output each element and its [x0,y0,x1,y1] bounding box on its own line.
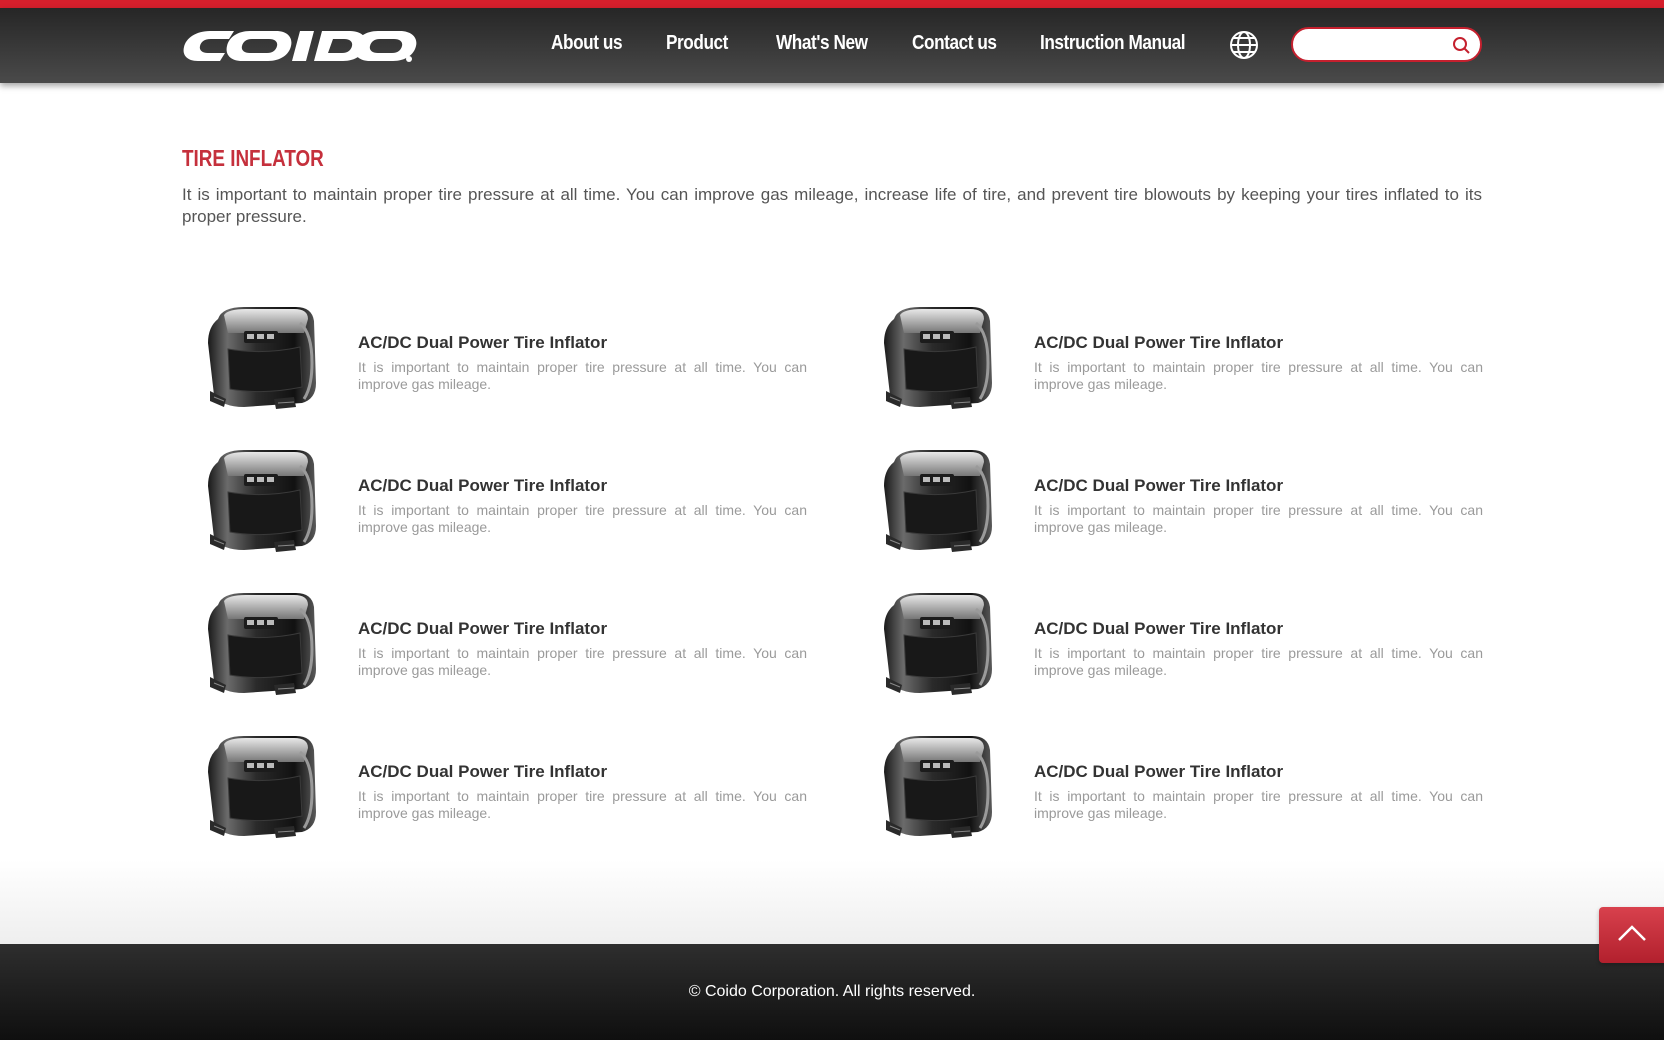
product-image[interactable] [880,589,996,701]
nav-contact-us[interactable]: Contact us [912,32,997,55]
product-image[interactable] [204,589,320,701]
site-header: About us Product What's New Contact us I… [0,8,1664,83]
main-nav: About us Product What's New Contact us I… [0,8,1664,83]
product-card[interactable]: AC/DC Dual Power Tire Inflator It is imp… [858,589,1488,709]
product-image[interactable] [204,732,320,844]
product-name[interactable]: AC/DC Dual Power Tire Inflator [1034,476,1283,496]
product-image[interactable] [204,446,320,558]
main-content: TIRE INFLATOR It is important to maintai… [182,145,1482,228]
product-name[interactable]: AC/DC Dual Power Tire Inflator [1034,762,1283,782]
product-name[interactable]: AC/DC Dual Power Tire Inflator [1034,333,1283,353]
search-box [1291,27,1482,62]
page-title: TIRE INFLATOR [182,145,324,171]
product-card[interactable]: AC/DC Dual Power Tire Inflator It is imp… [858,303,1488,423]
chevron-up-icon [1618,925,1646,941]
product-image[interactable] [880,303,996,415]
product-description: It is important to maintain proper tire … [1034,502,1483,535]
product-card[interactable]: AC/DC Dual Power Tire Inflator It is imp… [858,732,1488,852]
nav-about-us[interactable]: About us [551,32,623,55]
product-image[interactable] [880,446,996,558]
product-card[interactable]: AC/DC Dual Power Tire Inflator It is imp… [182,732,812,852]
product-name[interactable]: AC/DC Dual Power Tire Inflator [358,333,607,353]
product-description: It is important to maintain proper tire … [358,645,807,678]
globe-icon[interactable] [1228,29,1260,61]
product-description: It is important to maintain proper tire … [358,788,807,821]
search-icon[interactable] [1451,35,1471,55]
product-image[interactable] [880,732,996,844]
nav-product[interactable]: Product [666,32,728,55]
product-card[interactable]: AC/DC Dual Power Tire Inflator It is imp… [182,589,812,709]
product-description: It is important to maintain proper tire … [1034,788,1483,821]
product-card[interactable]: AC/DC Dual Power Tire Inflator It is imp… [182,446,812,566]
product-name[interactable]: AC/DC Dual Power Tire Inflator [358,476,607,496]
product-description: It is important to maintain proper tire … [358,359,807,392]
product-name[interactable]: AC/DC Dual Power Tire Inflator [358,619,607,639]
product-name[interactable]: AC/DC Dual Power Tire Inflator [1034,619,1283,639]
product-name[interactable]: AC/DC Dual Power Tire Inflator [358,762,607,782]
product-description: It is important to maintain proper tire … [358,502,807,535]
product-description: It is important to maintain proper tire … [1034,359,1483,392]
product-card[interactable]: AC/DC Dual Power Tire Inflator It is imp… [182,303,812,423]
product-card[interactable]: AC/DC Dual Power Tire Inflator It is imp… [858,446,1488,566]
product-image[interactable] [204,303,320,415]
nav-whats-new[interactable]: What's New [776,32,868,55]
nav-instruction-manual[interactable]: Instruction Manual [1040,32,1186,55]
product-description: It is important to maintain proper tire … [1034,645,1483,678]
search-input[interactable] [1305,33,1445,56]
page-intro: It is important to maintain proper tire … [182,185,1482,226]
footer-fade [0,860,1664,944]
copyright-text: © Coido Corporation. All rights reserved… [688,983,976,1000]
back-to-top-button[interactable] [1599,907,1664,963]
site-footer: © Coido Corporation. All rights reserved… [0,944,1664,1040]
top-accent-bar [0,0,1664,8]
